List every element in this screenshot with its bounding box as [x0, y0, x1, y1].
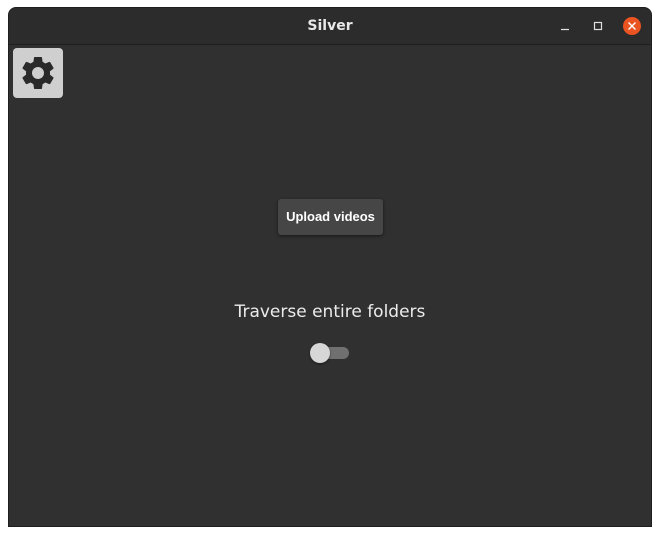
close-icon [628, 22, 636, 30]
title-bar[interactable]: Silver [9, 8, 651, 45]
toggle-thumb [310, 343, 330, 363]
traverse-folders-toggle[interactable] [310, 342, 350, 364]
traverse-folders-label: Traverse entire folders [234, 302, 426, 322]
close-button[interactable] [623, 17, 641, 35]
app-window: Silver Upload videos Traverse entire fol… [9, 8, 651, 526]
minimize-icon [561, 28, 569, 31]
maximize-icon [593, 21, 603, 31]
window-title: Silver [307, 18, 353, 34]
main-content: Upload videos Traverse entire folders [9, 45, 651, 526]
maximize-button[interactable] [589, 17, 607, 35]
settings-button[interactable] [13, 48, 63, 98]
minimize-button[interactable] [556, 17, 574, 35]
upload-videos-button[interactable]: Upload videos [278, 199, 383, 235]
gear-icon [22, 57, 54, 89]
